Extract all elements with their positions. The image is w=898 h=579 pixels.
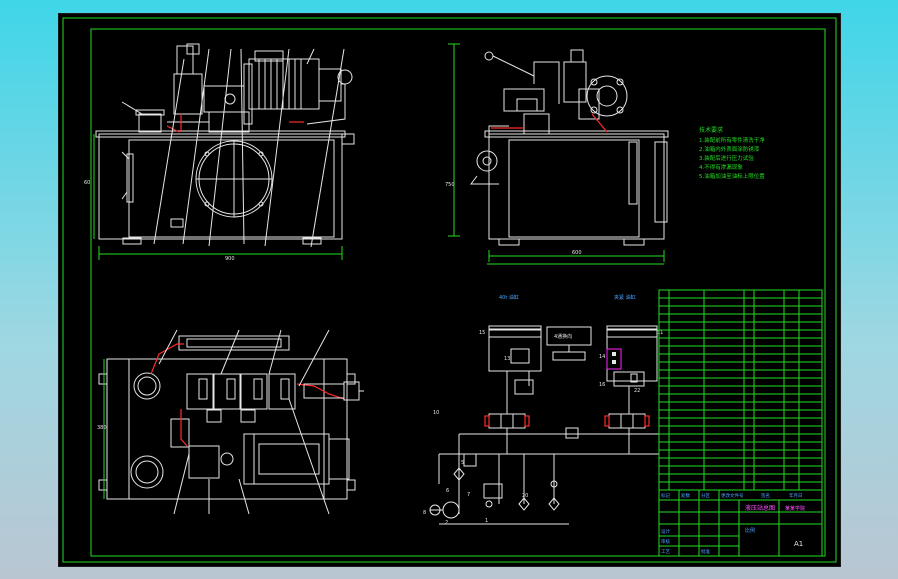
role-label: 设计 — [661, 528, 670, 535]
role-label: 工艺 — [661, 549, 670, 555]
callout: 10 — [433, 410, 439, 416]
company-name: 某某学院 — [785, 505, 805, 512]
role-label: 审核 — [661, 538, 670, 545]
role-label: 批准 — [701, 548, 710, 555]
callout: 20 — [522, 493, 528, 499]
dim-side-width: 600 — [572, 250, 582, 256]
drawing-title: 液压站总图 — [745, 504, 775, 512]
callout: 11 — [657, 330, 663, 336]
callout: 14 — [599, 354, 605, 360]
technical-notes: 技术要求 1.装配前所有零件清洗干净 2.油箱内外表面涂防锈漆 3.装配后进行压… — [699, 126, 765, 180]
callout: 5 — [461, 460, 464, 466]
side-view: 600 750 — [445, 43, 669, 265]
dim-front-height: 60 — [84, 180, 90, 186]
hydraulic-schematic: 40t 油缸 夹紧 油缸 4通换向 15 11 13 14 16 10 5 6 … — [423, 294, 663, 526]
label-box: 4通换向 — [554, 333, 572, 340]
callout: 16 — [599, 382, 605, 388]
tank-side — [488, 133, 665, 240]
drawing-sheet: 900 60 600 750 技术要求 1.装配前所有零件清洗干净 2.油箱内外… — [58, 13, 841, 567]
note-line: 5.油箱加油至油标上限位置 — [699, 172, 765, 180]
title-block: 标记 处数 分区 更改文件号 签名 年月日 设计 审核 工艺 批准 液压站总图 … — [658, 489, 823, 557]
parts-list — [658, 289, 823, 491]
motor-top — [253, 433, 330, 485]
row-label: 年月日 — [789, 492, 803, 499]
callout: 13 — [504, 356, 510, 362]
tank-front — [98, 133, 343, 240]
notes-heading: 技术要求 — [699, 126, 723, 134]
drawing-number: A1 — [794, 540, 803, 548]
row-label: 处数 — [681, 492, 690, 499]
callout: 6 — [446, 488, 449, 494]
callout: 7 — [467, 492, 470, 498]
dim-front-width: 900 — [225, 256, 235, 262]
front-view: 900 60 — [84, 43, 355, 262]
valve-right — [608, 413, 646, 429]
row-label: 更改文件号 — [721, 492, 744, 499]
top-view: 380 — [97, 329, 364, 515]
cylinder-left — [488, 328, 542, 372]
scale-label: 比例 — [745, 527, 755, 534]
row-label: 签名 — [761, 492, 770, 499]
note-line: 4.不得有渗漏现象 — [699, 163, 743, 171]
note-line: 3.装配后进行压力试验 — [699, 154, 754, 162]
label-left-cylinder: 40t 油缸 — [499, 294, 519, 301]
pump-symbol — [442, 501, 460, 519]
callout: 8 — [423, 510, 426, 516]
valve-left — [488, 413, 526, 429]
dim-top-height: 380 — [97, 425, 107, 431]
label-right-cylinder: 夹紧 油缸 — [614, 294, 636, 301]
motor-end-side — [586, 75, 628, 117]
callout: 22 — [634, 388, 640, 394]
callout: 2 — [445, 520, 448, 526]
note-line: 1.装配前所有零件清洗干净 — [699, 136, 765, 144]
note-line: 2.油箱内外表面涂防锈漆 — [699, 145, 760, 153]
dim-side-height: 750 — [445, 182, 455, 188]
cad-drawing: 900 60 600 750 技术要求 1.装配前所有零件清洗干净 2.油箱内外… — [62, 17, 837, 563]
callout: 1 — [485, 518, 488, 524]
row-label: 分区 — [701, 492, 710, 499]
row-label: 标记 — [661, 492, 670, 499]
callout: 15 — [479, 330, 485, 336]
